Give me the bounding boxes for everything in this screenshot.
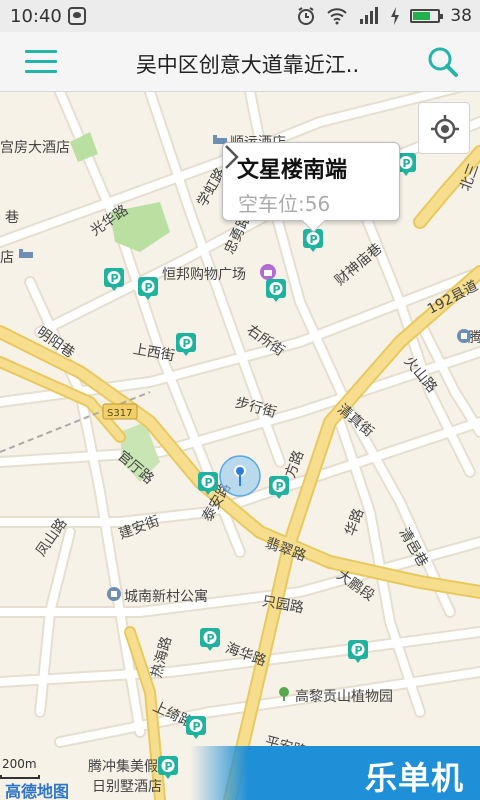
label-lane: 巷 [5, 210, 19, 226]
user-location-icon [219, 455, 261, 497]
status-icons: 38 [296, 5, 472, 27]
road-shield-s317: S317 [107, 408, 132, 419]
apartment-icon [107, 587, 121, 601]
label-gaoli-park: 高黎贡山植物园 [295, 689, 393, 705]
wifi-icon [327, 8, 348, 25]
svg-text:P: P [145, 281, 153, 294]
svg-text:P: P [355, 644, 363, 657]
charging-icon [391, 7, 400, 25]
parking-marker[interactable]: P [186, 716, 206, 740]
parking-marker[interactable]: P [269, 476, 289, 500]
parking-marker[interactable]: P [200, 628, 220, 652]
svg-text:P: P [276, 480, 284, 493]
building-icon [457, 329, 471, 343]
battery-icon [410, 9, 444, 23]
svg-text:P: P [273, 283, 281, 296]
status-bar: 10:40 38 [0, 0, 480, 32]
watermark-banner: 乐单机 [190, 746, 480, 800]
svg-text:P: P [403, 157, 411, 170]
parking-marker[interactable]: P [176, 333, 196, 357]
map-scale-label: 200m [2, 757, 37, 771]
svg-text:P: P [165, 760, 173, 773]
battery-level: 38 [450, 6, 472, 26]
popup-title: 文星楼南端 [237, 158, 348, 183]
parking-marker[interactable]: P [158, 756, 178, 780]
svg-text:P: P [205, 476, 213, 489]
svg-text:P: P [183, 337, 191, 350]
parking-marker[interactable]: P [104, 268, 124, 292]
park-icon [279, 687, 289, 701]
parking-marker[interactable]: P [138, 277, 158, 301]
label-tengchong-hotel: 腾冲集美假 [88, 759, 158, 775]
app-bar: 吴中区创意大道靠近江.. [0, 32, 480, 92]
crosshair-icon [431, 115, 459, 143]
alarm-icon [298, 7, 315, 25]
parking-info-popup[interactable]: 文星楼南端 空车位:56 [222, 142, 400, 221]
map-provider-logo: 高德地图 [5, 782, 70, 800]
parking-marker[interactable]: P [266, 279, 286, 303]
label-hotel-left: 店 [0, 250, 14, 266]
label-chengnan-apt: 城南新村公寓 [124, 589, 208, 605]
parking-marker[interactable]: P [348, 640, 368, 664]
map-view[interactable]: S317 宫房大酒店 顺运酒店 光华路 学虹路 忠勇路 北三 店 巷 恒邦购物广… [0, 92, 480, 800]
hotel-icon-left [19, 249, 33, 258]
svg-text:P: P [207, 632, 215, 645]
svg-text:P: P [111, 272, 119, 285]
chevron-right-icon[interactable] [223, 143, 241, 171]
popup-free-spaces: 空车位:56 [238, 192, 331, 216]
status-time: 10:40 [10, 6, 62, 27]
locate-button[interactable] [418, 102, 470, 154]
svg-text:P: P [310, 233, 318, 246]
shopping-icon [260, 264, 276, 280]
menu-icon[interactable] [25, 50, 57, 74]
label-villa-hotel: 日别墅酒店 [92, 779, 162, 795]
svg-text:P: P [193, 720, 201, 733]
watermark-text: 乐单机 [364, 759, 464, 797]
label-hotel: 宫房大酒店 [0, 140, 70, 156]
search-icon[interactable] [426, 45, 460, 79]
label-hengbang-mall: 恒邦购物广场 [162, 267, 246, 283]
page-title: 吴中区创意大道靠近江.. [135, 53, 360, 77]
message-icon [68, 7, 86, 25]
parking-marker[interactable]: P [198, 472, 218, 496]
signal-icon [360, 7, 379, 24]
